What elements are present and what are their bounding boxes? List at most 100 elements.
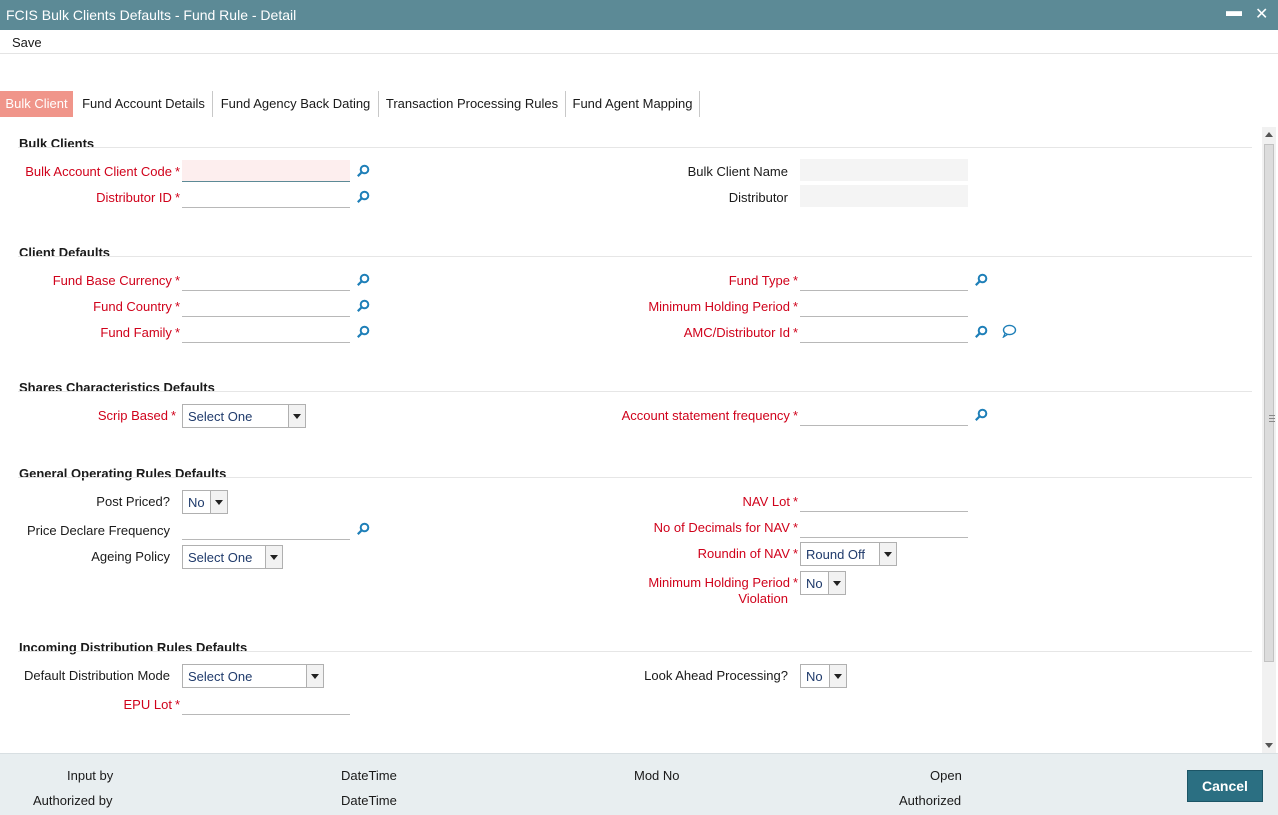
label-text: Violation <box>738 591 788 606</box>
label-text: No of Decimals for NAV <box>653 520 790 535</box>
roundin-of-nav-select[interactable]: Round Off <box>800 542 897 566</box>
chevron-down-icon <box>306 665 323 687</box>
look-ahead-processing-value: No <box>806 669 823 684</box>
section-title-client-defaults: Client Defaults <box>19 245 111 260</box>
vertical-scrollbar[interactable] <box>1262 127 1276 753</box>
search-icon[interactable] <box>356 164 370 178</box>
amc-distributor-id-input[interactable] <box>800 321 968 343</box>
tab-fund-agency-back-dating[interactable]: Fund Agency Back Dating <box>213 91 379 117</box>
tab-bar: Bulk Client Fund Account Details Fund Ag… <box>0 91 1278 117</box>
nav-lot-input[interactable] <box>800 490 968 512</box>
chevron-down-icon <box>265 546 282 568</box>
scrip-based-label: Scrip Based * <box>98 408 176 423</box>
cancel-button[interactable]: Cancel <box>1187 770 1263 802</box>
minimum-holding-period-input[interactable] <box>800 295 968 317</box>
fund-family-input[interactable] <box>182 321 350 343</box>
account-statement-frequency-input[interactable] <box>800 404 968 426</box>
search-icon[interactable] <box>356 299 370 313</box>
price-declare-frequency-input[interactable] <box>182 518 350 540</box>
post-priced-select[interactable]: No <box>182 490 228 514</box>
default-distribution-mode-select[interactable]: Select One <box>182 664 324 688</box>
search-icon[interactable] <box>974 273 988 287</box>
scroll-down-icon[interactable] <box>1265 743 1273 748</box>
search-icon[interactable] <box>356 325 370 339</box>
no-of-decimals-for-nav-label: No of Decimals for NAV * <box>654 520 798 535</box>
required-star: * <box>174 325 180 340</box>
mod-no-label: Mod No <box>634 768 680 783</box>
scroll-up-icon[interactable] <box>1265 132 1273 137</box>
distributor-id-input[interactable] <box>182 186 350 208</box>
price-declare-frequency-label: Price Declare Frequency <box>26 523 170 538</box>
window-title: FCIS Bulk Clients Defaults - Fund Rule -… <box>6 7 297 23</box>
section-divider <box>18 477 1252 478</box>
menu-bar: Save <box>0 30 1278 54</box>
label-text: Fund Country <box>93 299 172 314</box>
search-icon[interactable] <box>356 522 370 536</box>
required-star: * <box>174 697 180 712</box>
look-ahead-processing-select[interactable]: No <box>800 664 847 688</box>
min-holding-violation-value: No <box>806 576 823 591</box>
look-ahead-processing-label: Look Ahead Processing? <box>644 668 788 683</box>
required-star: * <box>792 575 798 590</box>
roundin-of-nav-label: Roundin of NAV * <box>698 546 798 561</box>
comment-icon[interactable] <box>1001 324 1017 338</box>
ageing-policy-label: Ageing Policy <box>91 549 170 564</box>
account-statement-frequency-label: Account statement frequency * <box>622 408 798 423</box>
fund-base-currency-input[interactable] <box>182 269 350 291</box>
distributor-field <box>800 185 968 207</box>
no-of-decimals-for-nav-input[interactable] <box>800 516 968 538</box>
label-text: EPU Lot <box>123 697 172 712</box>
search-icon[interactable] <box>974 408 988 422</box>
fund-type-input[interactable] <box>800 269 968 291</box>
required-star: * <box>174 273 180 288</box>
required-star: * <box>174 164 180 179</box>
save-button[interactable]: Save <box>12 35 42 50</box>
label-text: Scrip Based <box>97 408 168 423</box>
label-text: Distributor ID <box>96 190 172 205</box>
label-text: Account statement frequency <box>621 408 790 423</box>
label-text: Fund Family <box>100 325 172 340</box>
bulk-client-name-field <box>800 159 968 181</box>
bulk-account-client-code-input[interactable] <box>182 160 350 182</box>
section-title-incoming-distribution: Incoming Distribution Rules Defaults <box>19 640 248 655</box>
section-divider <box>18 147 1252 148</box>
min-holding-violation-select[interactable]: No <box>800 571 846 595</box>
scrip-based-select[interactable]: Select One <box>182 404 306 428</box>
fund-country-input[interactable] <box>182 295 350 317</box>
tab-transaction-processing-rules[interactable]: Transaction Processing Rules <box>379 91 566 117</box>
tab-fund-account-details[interactable]: Fund Account Details <box>75 91 213 117</box>
tab-fund-agent-mapping[interactable]: Fund Agent Mapping <box>566 91 700 117</box>
chevron-down-icon <box>828 572 845 594</box>
roundin-of-nav-value: Round Off <box>806 547 866 562</box>
ageing-policy-select[interactable]: Select One <box>182 545 283 569</box>
search-icon[interactable] <box>356 190 370 204</box>
bulk-client-name-label: Bulk Client Name <box>687 164 788 179</box>
search-icon[interactable] <box>974 325 988 339</box>
scrollbar-thumb[interactable] <box>1264 144 1275 662</box>
ageing-policy-value: Select One <box>188 550 253 565</box>
required-star: * <box>792 546 798 561</box>
required-star: * <box>170 408 176 423</box>
label-text: AMC/Distributor Id <box>683 325 790 340</box>
tab-bulk-client[interactable]: Bulk Client <box>0 91 73 117</box>
section-title-general-operating: General Operating Rules Defaults <box>19 466 227 481</box>
input-datetime-label: DateTime <box>341 768 397 783</box>
scrip-based-value: Select One <box>188 409 253 424</box>
post-priced-value: No <box>188 495 205 510</box>
chevron-down-icon <box>288 405 305 427</box>
authorized-by-label: Authorized by <box>33 793 113 808</box>
search-icon[interactable] <box>356 273 370 287</box>
epu-lot-input[interactable] <box>182 693 350 715</box>
audit-footer: Input by Authorized by DateTime DateTime… <box>0 753 1278 815</box>
required-star: * <box>792 325 798 340</box>
distributor-id-label: Distributor ID * <box>96 190 180 205</box>
fund-base-currency-label: Fund Base Currency * <box>53 273 180 288</box>
nav-lot-label: NAV Lot * <box>742 494 798 509</box>
section-divider <box>18 391 1252 392</box>
close-icon[interactable]: ✕ <box>1255 4 1268 24</box>
minimize-icon[interactable]: ▬ <box>1226 3 1242 21</box>
authorized-status: Authorized <box>899 793 962 808</box>
chevron-down-icon <box>210 491 227 513</box>
authorized-datetime-label: DateTime <box>341 793 397 808</box>
fund-country-label: Fund Country * <box>93 299 180 314</box>
